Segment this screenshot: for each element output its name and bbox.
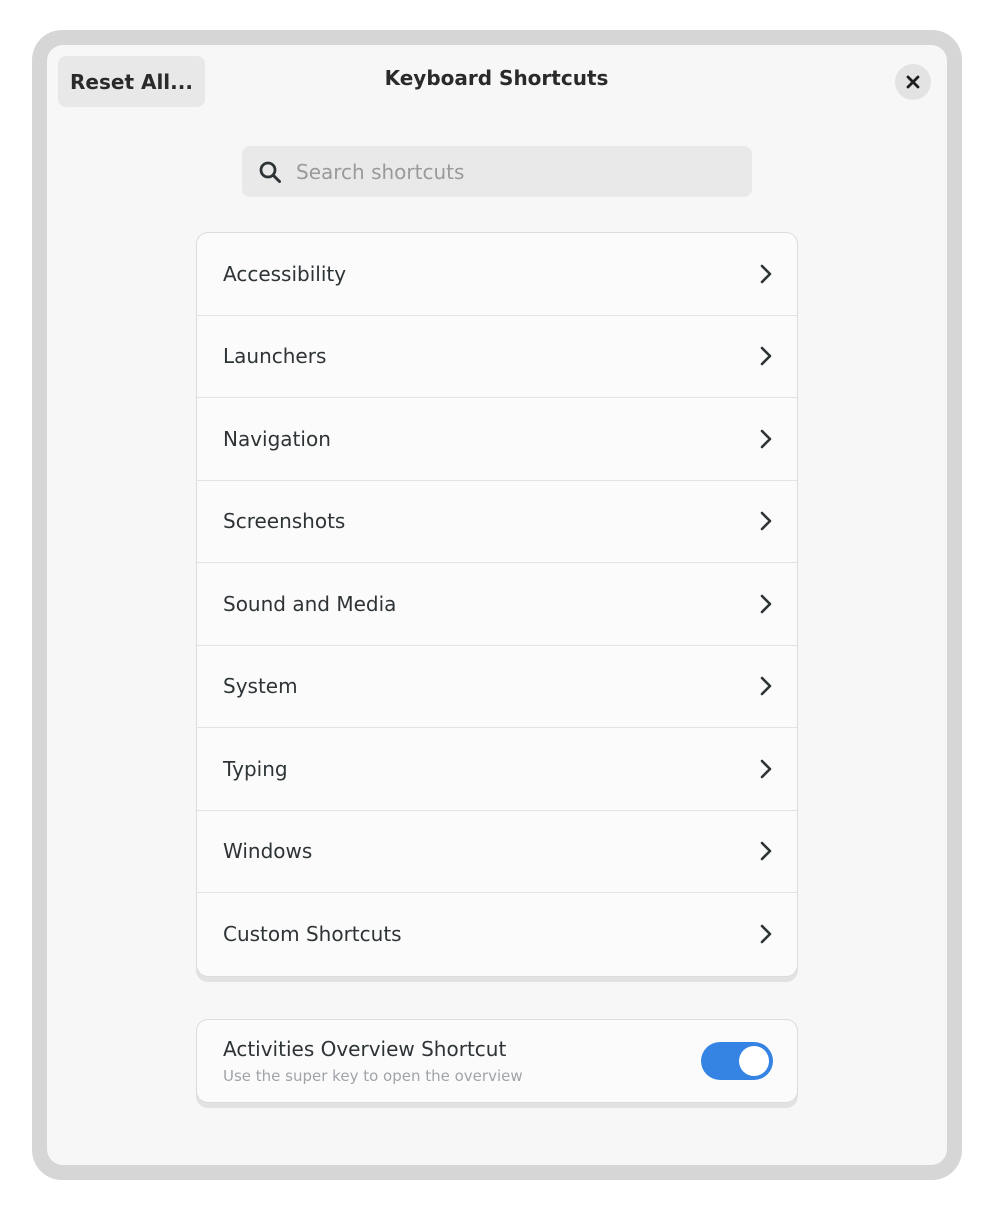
search-input[interactable] bbox=[294, 158, 718, 185]
category-label: Sound and Media bbox=[223, 591, 397, 616]
chevron-right-icon bbox=[759, 758, 773, 780]
category-label: Custom Shortcuts bbox=[223, 922, 402, 947]
chevron-right-icon bbox=[759, 428, 773, 450]
category-row-launchers[interactable]: Launchers bbox=[197, 316, 797, 398]
activities-overview-title: Activities Overview Shortcut bbox=[223, 1037, 507, 1061]
activities-overview-text: Activities Overview Shortcut Use the sup… bbox=[223, 1037, 523, 1085]
chevron-right-icon bbox=[759, 345, 773, 367]
category-row-windows[interactable]: Windows bbox=[197, 811, 797, 893]
chevron-right-icon bbox=[759, 840, 773, 862]
shortcut-category-list: Accessibility Launchers Navigation Screensh… bbox=[196, 232, 798, 977]
category-label: Launchers bbox=[223, 344, 327, 369]
search-bar[interactable] bbox=[242, 146, 752, 197]
category-label: Navigation bbox=[223, 426, 331, 451]
close-icon bbox=[906, 75, 920, 89]
category-label: Typing bbox=[223, 756, 288, 781]
category-label: Windows bbox=[223, 839, 313, 864]
activities-overview-row: Activities Overview Shortcut Use the sup… bbox=[196, 1019, 798, 1103]
activities-overview-toggle[interactable] bbox=[701, 1042, 773, 1080]
category-row-navigation[interactable]: Navigation bbox=[197, 398, 797, 481]
chevron-right-icon bbox=[759, 923, 773, 945]
category-row-screenshots[interactable]: Screenshots bbox=[197, 481, 797, 563]
category-row-typing[interactable]: Typing bbox=[197, 728, 797, 811]
category-row-custom-shortcuts[interactable]: Custom Shortcuts bbox=[197, 893, 797, 976]
chevron-right-icon bbox=[759, 593, 773, 615]
dialog-title: Keyboard Shortcuts bbox=[384, 66, 609, 90]
close-button[interactable] bbox=[895, 64, 931, 100]
category-row-accessibility[interactable]: Accessibility bbox=[197, 233, 797, 316]
chevron-right-icon bbox=[759, 263, 773, 285]
category-row-sound-and-media[interactable]: Sound and Media bbox=[197, 563, 797, 646]
toggle-knob bbox=[739, 1046, 769, 1076]
activities-overview-subtitle: Use the super key to open the overview bbox=[223, 1067, 523, 1085]
category-row-system[interactable]: System bbox=[197, 646, 797, 728]
search-icon bbox=[259, 161, 281, 183]
category-label: Screenshots bbox=[223, 509, 346, 534]
category-label: System bbox=[223, 674, 298, 699]
chevron-right-icon bbox=[759, 510, 773, 532]
category-label: Accessibility bbox=[223, 261, 347, 286]
chevron-right-icon bbox=[759, 675, 773, 697]
